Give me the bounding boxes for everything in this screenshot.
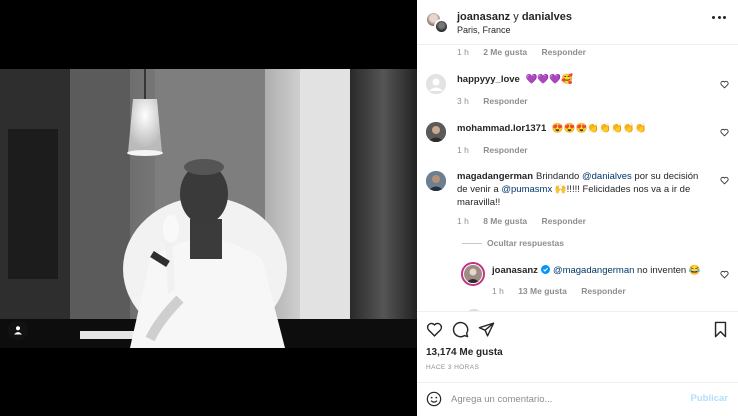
hide-replies-button[interactable]: Ocultar respuestas bbox=[487, 238, 564, 248]
caption-meta: 1 h 2 Me gusta Responder bbox=[457, 47, 598, 57]
post-timestamp[interactable]: HACE 3 HORAS bbox=[426, 364, 479, 371]
author-avatars[interactable] bbox=[426, 12, 449, 34]
comment-time[interactable]: 1 h bbox=[492, 286, 504, 296]
comment-meta: 3 h Responder bbox=[457, 96, 540, 106]
comment-username[interactable]: mohammad.lor1371 bbox=[457, 123, 546, 134]
comment-input[interactable] bbox=[451, 390, 681, 408]
media-pane bbox=[0, 0, 417, 416]
avatar[interactable] bbox=[426, 122, 446, 142]
comment-text: joanasanz @magadangerman no inventen 😂 bbox=[492, 264, 707, 277]
more-horizontal-icon bbox=[712, 16, 715, 19]
comment-time[interactable]: 1 h bbox=[457, 145, 469, 155]
post-location[interactable]: Paris, France bbox=[457, 25, 511, 35]
comment-time[interactable]: 3 h bbox=[457, 96, 469, 106]
avatar-photo bbox=[426, 171, 446, 191]
comment-meta: 1 h 13 Me gusta Responder bbox=[492, 286, 638, 296]
divider bbox=[417, 311, 738, 312]
comment-time[interactable]: 1 h bbox=[457, 216, 469, 226]
comment-likes[interactable]: 8 Me gusta bbox=[483, 216, 527, 226]
comment-reply-button[interactable]: Responder bbox=[542, 216, 586, 226]
caption-time[interactable]: 1 h bbox=[457, 47, 469, 57]
verified-badge-icon bbox=[540, 265, 550, 274]
comment-body: 💜💜💜🥰 bbox=[525, 74, 573, 85]
author-conjunction: y bbox=[513, 11, 519, 23]
comment-text: magadangerman Brindando @danialves por su… bbox=[457, 170, 709, 209]
paper-plane-icon[interactable] bbox=[478, 321, 495, 338]
comment-text: mohammad.lor1371 😍😍😍👏👏👏👏👏 bbox=[457, 122, 647, 135]
avatar-photo bbox=[426, 122, 446, 142]
mention-link[interactable]: @pumasmx bbox=[501, 184, 552, 195]
comment-likes[interactable]: 13 Me gusta bbox=[518, 286, 567, 296]
avatar[interactable] bbox=[426, 74, 446, 94]
comment-meta: 1 h Responder bbox=[457, 145, 540, 155]
heart-outline-icon[interactable] bbox=[426, 321, 443, 338]
user-tag-icon bbox=[14, 326, 22, 335]
heart-outline-icon[interactable] bbox=[720, 80, 729, 89]
heart-outline-icon[interactable] bbox=[720, 270, 729, 279]
avatar[interactable] bbox=[461, 262, 485, 286]
like-count[interactable]: 13,174 Me gusta bbox=[426, 347, 503, 358]
mention-link[interactable]: @danialves bbox=[582, 171, 632, 182]
comment-body: no inventen 😂 bbox=[634, 265, 701, 276]
heart-outline-icon[interactable] bbox=[720, 128, 729, 137]
default-avatar-icon bbox=[426, 74, 446, 94]
comment-text: happyyy_love 💜💜💜🥰 bbox=[457, 73, 573, 86]
divider bbox=[417, 44, 738, 45]
comment-meta: 1 h 8 Me gusta Responder bbox=[457, 216, 598, 226]
replies-toggle-line bbox=[462, 243, 482, 244]
more-options-button[interactable] bbox=[712, 16, 726, 20]
comment-reply-button[interactable]: Responder bbox=[483, 145, 527, 155]
comment-username[interactable]: joanasanz bbox=[492, 265, 538, 276]
comment-bubble-icon[interactable] bbox=[452, 321, 469, 338]
next-reply-peek bbox=[462, 303, 702, 311]
caption-likes[interactable]: 2 Me gusta bbox=[483, 47, 527, 57]
user-tag-button[interactable] bbox=[8, 320, 28, 340]
comment-body: Brindando bbox=[536, 171, 582, 182]
comment-reply-button[interactable]: Responder bbox=[483, 96, 527, 106]
avatar[interactable] bbox=[426, 171, 446, 191]
post-sidebar: joanasanz y danialves Paris, France 1 h … bbox=[417, 0, 738, 416]
avatar-photo bbox=[464, 265, 482, 283]
post-authors: joanasanz y danialves bbox=[457, 11, 572, 23]
post-header: joanasanz y danialves Paris, France bbox=[417, 0, 738, 44]
comment-reply-button[interactable]: Responder bbox=[581, 286, 625, 296]
heart-outline-icon[interactable] bbox=[720, 176, 729, 185]
post-photo[interactable] bbox=[0, 69, 417, 348]
author-link[interactable]: danialves bbox=[522, 11, 572, 23]
mention-link[interactable]: @magadangerman bbox=[553, 265, 634, 276]
comment-username[interactable]: magadangerman bbox=[457, 171, 533, 182]
comment-body: 😍😍😍👏👏👏👏👏 bbox=[551, 123, 647, 134]
post-photo-image bbox=[0, 69, 417, 348]
action-bar bbox=[417, 319, 738, 341]
publish-button[interactable]: Publicar bbox=[691, 393, 729, 404]
caption-reply-button[interactable]: Responder bbox=[542, 47, 586, 57]
avatar bbox=[434, 19, 449, 34]
comment-username[interactable]: happyyy_love bbox=[457, 74, 520, 85]
comment-composer: Publicar bbox=[417, 383, 738, 416]
bookmark-icon[interactable] bbox=[712, 321, 729, 338]
author-link[interactable]: joanasanz bbox=[457, 11, 510, 23]
smiley-icon[interactable] bbox=[426, 391, 442, 407]
